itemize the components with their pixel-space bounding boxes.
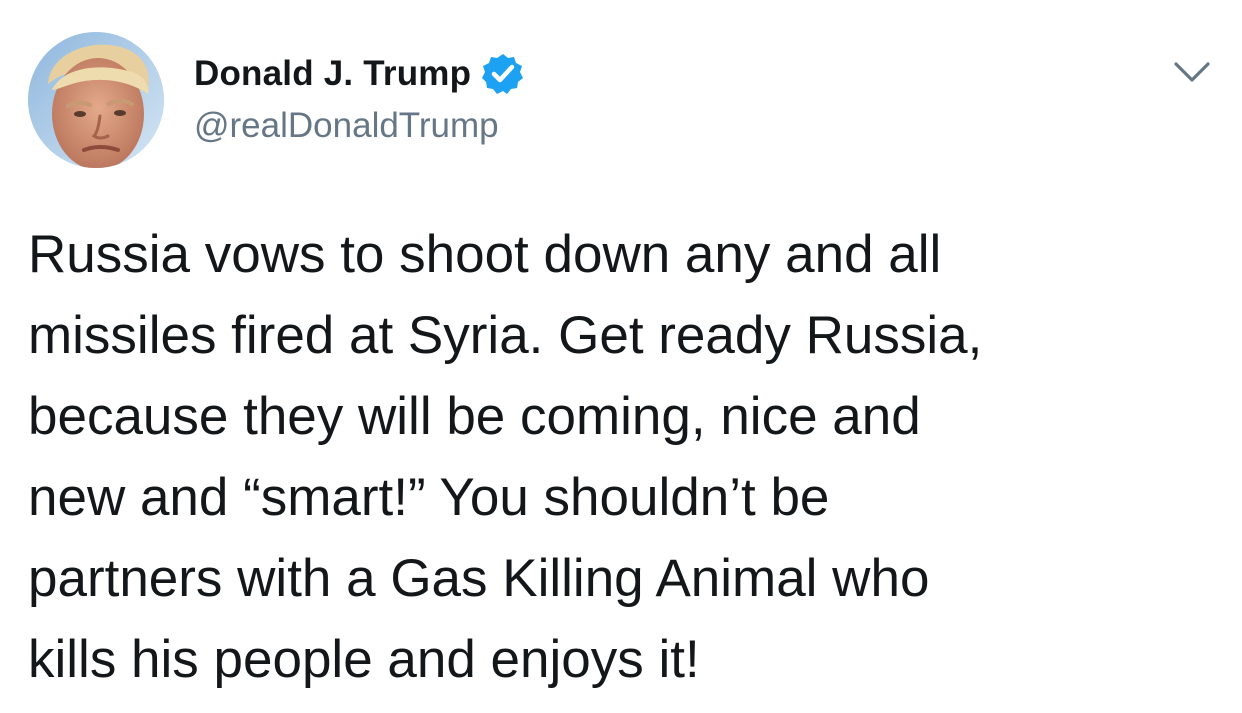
display-name[interactable]: Donald J. Trump — [194, 54, 471, 94]
avatar-photo — [28, 32, 164, 168]
author-block: Donald J. Trump @realDonaldTrump — [194, 52, 525, 146]
author-avatar[interactable] — [28, 32, 164, 168]
name-row: Donald J. Trump — [194, 52, 525, 96]
author-handle[interactable]: @realDonaldTrump — [194, 106, 525, 146]
tweet-menu-button[interactable] — [1172, 60, 1212, 84]
verified-badge-icon — [481, 52, 525, 96]
tweet-text: Russia vows to shoot down any and all mi… — [28, 225, 983, 689]
chevron-down-icon — [1174, 62, 1210, 82]
tweet-card: Donald J. Trump @realDonaldTrump Russia … — [0, 0, 1242, 713]
